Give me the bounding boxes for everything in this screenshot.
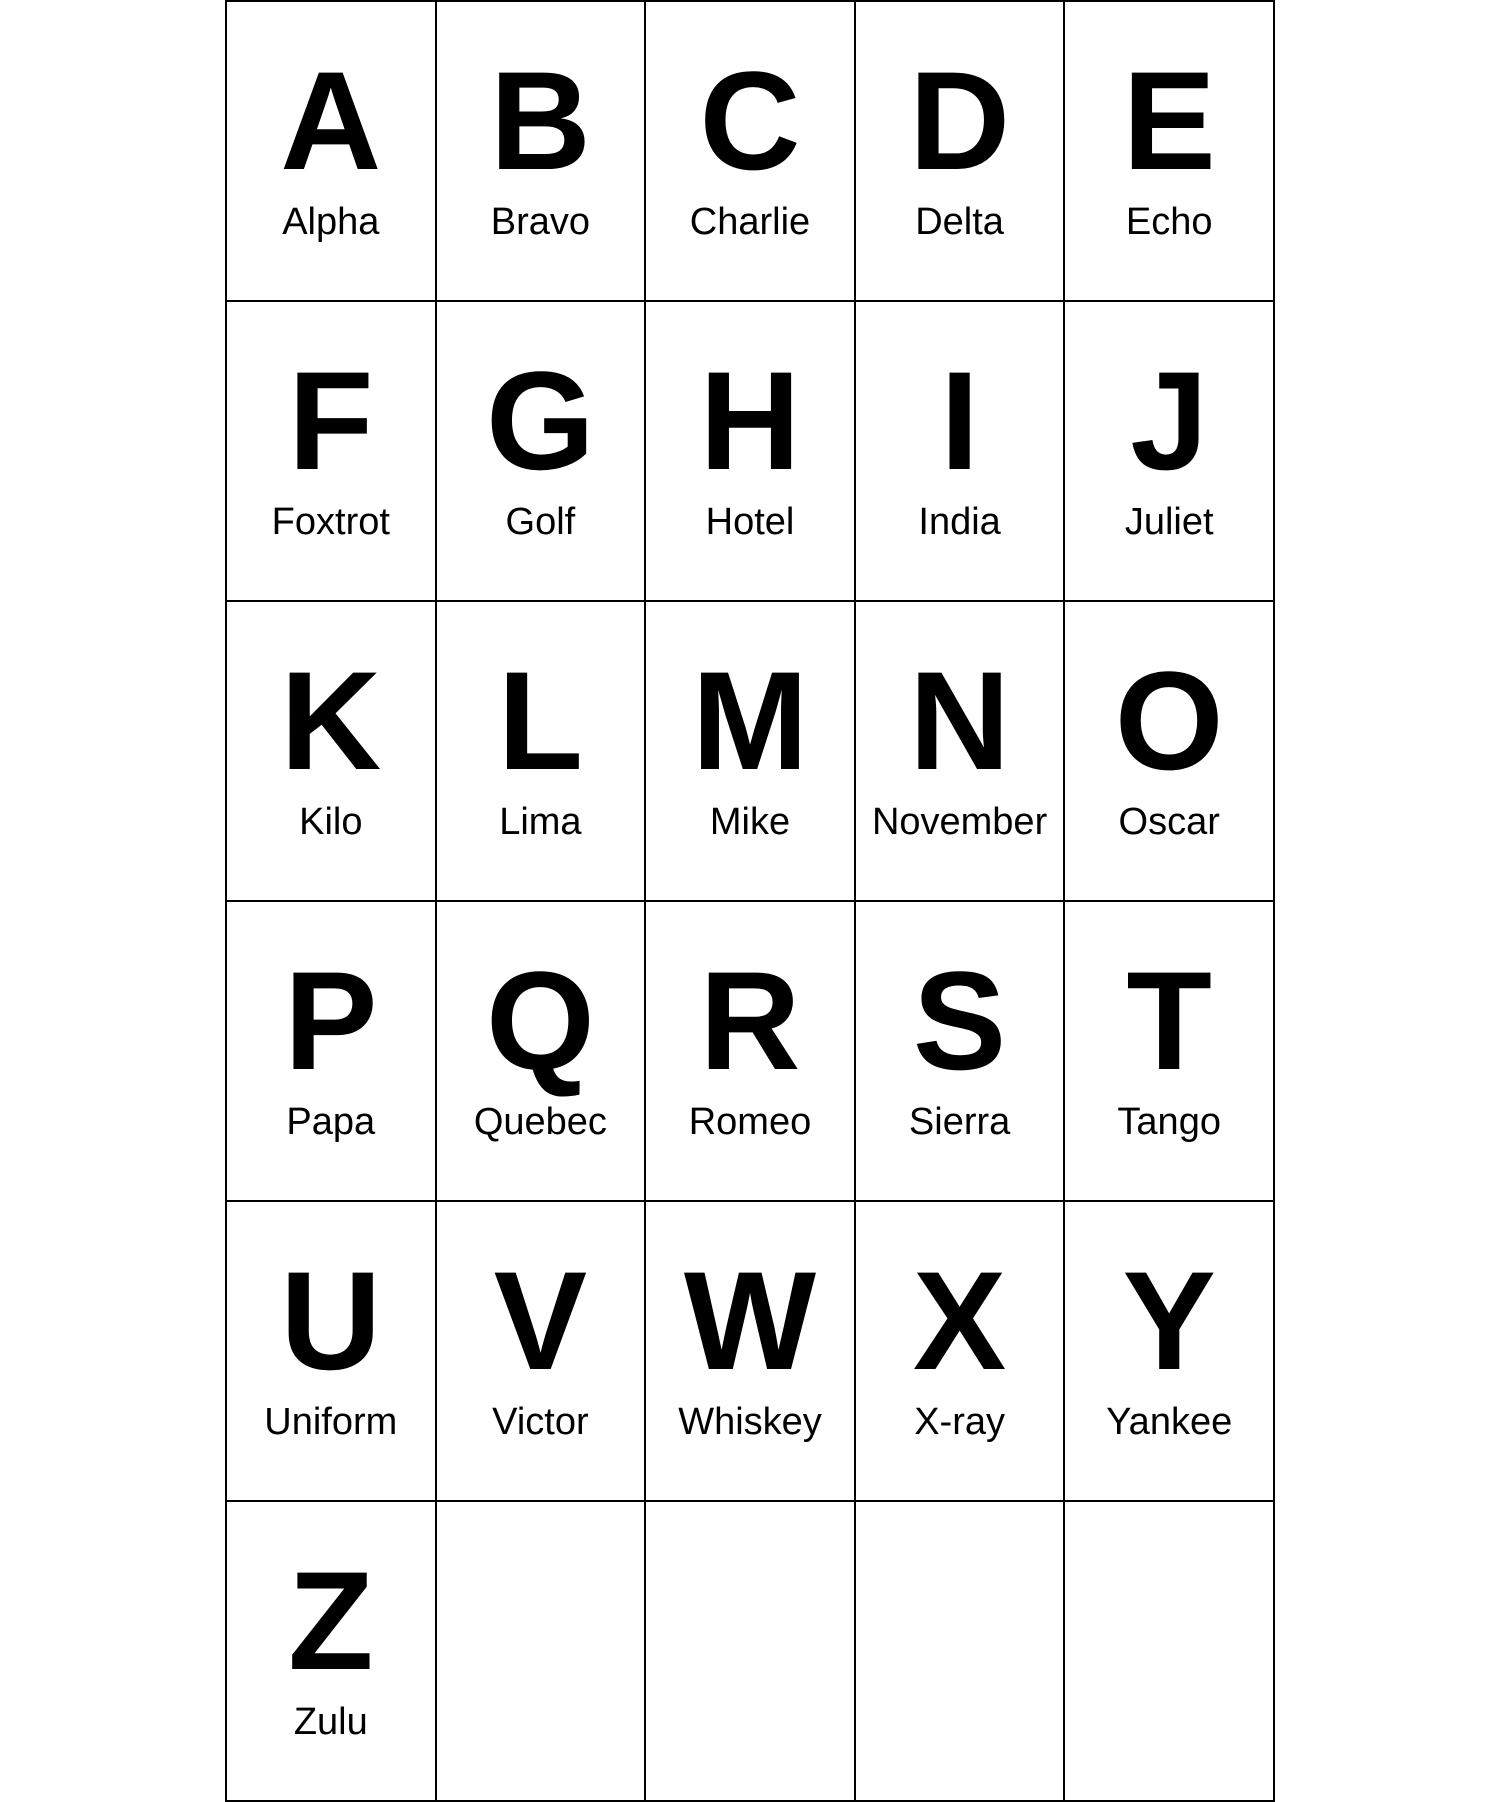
word-foxtrot: Foxtrot bbox=[272, 501, 390, 544]
letter-w: W bbox=[684, 1251, 816, 1391]
letter-d: D bbox=[909, 51, 1010, 191]
word-oscar: Oscar bbox=[1119, 801, 1220, 844]
letter-v: V bbox=[494, 1251, 587, 1391]
cell-j: J Juliet bbox=[1065, 302, 1275, 602]
cell-p: P Papa bbox=[227, 902, 437, 1202]
word-golf: Golf bbox=[506, 501, 576, 544]
cell-z: Z Zulu bbox=[227, 1502, 437, 1802]
cell-h: H Hotel bbox=[646, 302, 856, 602]
cell-y: Y Yankee bbox=[1065, 1202, 1275, 1502]
cell-c: C Charlie bbox=[646, 2, 856, 302]
word-bravo: Bravo bbox=[491, 201, 590, 244]
cell-e: E Echo bbox=[1065, 2, 1275, 302]
cell-empty-1 bbox=[646, 1502, 856, 1802]
cell-x: X X-ray bbox=[856, 1202, 1066, 1502]
cell-v: V Victor bbox=[437, 1202, 647, 1502]
word-india: India bbox=[918, 501, 1000, 544]
cell-o: O Oscar bbox=[1065, 602, 1275, 902]
letter-q: Q bbox=[486, 951, 595, 1091]
letter-a: A bbox=[280, 51, 381, 191]
letter-m: M bbox=[692, 651, 809, 791]
cell-empty-2 bbox=[856, 1502, 1066, 1802]
word-delta: Delta bbox=[915, 201, 1004, 244]
word-quebec: Quebec bbox=[474, 1101, 607, 1144]
word-romeo: Romeo bbox=[689, 1101, 812, 1144]
letter-f: F bbox=[288, 351, 374, 491]
cell-t: T Tango bbox=[1065, 902, 1275, 1202]
letter-o: O bbox=[1115, 651, 1224, 791]
word-victor: Victor bbox=[492, 1401, 588, 1444]
cell-q: Q Quebec bbox=[437, 902, 647, 1202]
letter-r: R bbox=[699, 951, 800, 1091]
cell-w: W Whiskey bbox=[646, 1202, 856, 1502]
word-papa: Papa bbox=[286, 1101, 375, 1144]
cell-empty-0 bbox=[437, 1502, 647, 1802]
cell-a: A Alpha bbox=[227, 2, 437, 302]
word-hotel: Hotel bbox=[706, 501, 795, 544]
letter-h: H bbox=[699, 351, 800, 491]
letter-k: K bbox=[280, 651, 381, 791]
cell-g: G Golf bbox=[437, 302, 647, 602]
letter-t: T bbox=[1126, 951, 1212, 1091]
word-mike: Mike bbox=[710, 801, 790, 844]
cell-k: K Kilo bbox=[227, 602, 437, 902]
word-yankee: Yankee bbox=[1106, 1401, 1232, 1444]
cell-m: M Mike bbox=[646, 602, 856, 902]
word-tango: Tango bbox=[1117, 1101, 1221, 1144]
letter-z: Z bbox=[288, 1551, 374, 1691]
word-sierra: Sierra bbox=[909, 1101, 1010, 1144]
word-kilo: Kilo bbox=[299, 801, 362, 844]
word-zulu: Zulu bbox=[294, 1701, 368, 1744]
cell-n: N November bbox=[856, 602, 1066, 902]
word-whiskey: Whiskey bbox=[678, 1401, 822, 1444]
word-charlie: Charlie bbox=[690, 201, 810, 244]
letter-x: X bbox=[913, 1251, 1006, 1391]
letter-n: N bbox=[909, 651, 1010, 791]
cell-u: U Uniform bbox=[227, 1202, 437, 1502]
letter-g: G bbox=[486, 351, 595, 491]
word-echo: Echo bbox=[1126, 201, 1213, 244]
cell-empty-3 bbox=[1065, 1502, 1275, 1802]
letter-i: I bbox=[940, 351, 979, 491]
cell-i: I India bbox=[856, 302, 1066, 602]
word-lima: Lima bbox=[499, 801, 581, 844]
cell-d: D Delta bbox=[856, 2, 1066, 302]
letter-p: P bbox=[284, 951, 377, 1091]
cell-b: B Bravo bbox=[437, 2, 647, 302]
cell-s: S Sierra bbox=[856, 902, 1066, 1202]
letter-l: L bbox=[498, 651, 584, 791]
word-november: November bbox=[872, 801, 1047, 844]
cell-r: R Romeo bbox=[646, 902, 856, 1202]
letter-b: B bbox=[490, 51, 591, 191]
word-uniform: Uniform bbox=[264, 1401, 397, 1444]
cell-l: L Lima bbox=[437, 602, 647, 902]
cell-f: F Foxtrot bbox=[227, 302, 437, 602]
letter-c: C bbox=[699, 51, 800, 191]
letter-y: Y bbox=[1123, 1251, 1216, 1391]
letter-s: S bbox=[913, 951, 1006, 1091]
alphabet-grid: A Alpha B Bravo C Charlie D Delta E Echo F Foxtrot G… bbox=[225, 0, 1275, 1802]
word-juliet: Juliet bbox=[1125, 501, 1214, 544]
word-alpha: Alpha bbox=[282, 201, 379, 244]
word-x-ray: X-ray bbox=[914, 1401, 1005, 1444]
letter-j: J bbox=[1130, 351, 1208, 491]
letter-u: U bbox=[280, 1251, 381, 1391]
letter-e: E bbox=[1123, 51, 1216, 191]
